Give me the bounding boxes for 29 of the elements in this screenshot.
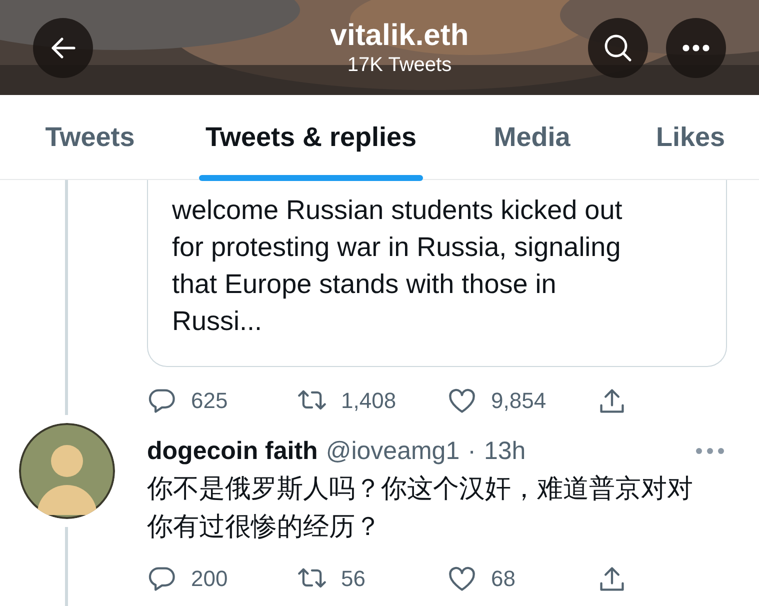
quoted-tweet-text: welcome Russian students kicked out for protesting war in Russia, signaling that Europe stands with those in Russi... [172, 194, 624, 338]
more-icon[interactable] [682, 44, 710, 52]
action-count: 68 [491, 566, 516, 592]
reply-icon[interactable] [147, 387, 177, 415]
back-arrow-icon[interactable] [50, 36, 76, 60]
profile-tab[interactable]: Likes [622, 95, 759, 179]
heart-icon[interactable] [447, 387, 477, 415]
action-count: 1,408 [341, 388, 396, 414]
share-icon[interactable] [597, 565, 627, 593]
action-count: 56 [341, 566, 366, 592]
profile-tab[interactable]: Media [442, 95, 622, 179]
profile-tab[interactable]: Tweets [0, 95, 180, 179]
quoted-tweet-card[interactable]: welcome Russian students kicked out for protesting war in Russia, signaling that Europe stands with those in Russi... [147, 180, 727, 367]
reply-icon[interactable] [147, 565, 177, 593]
tweet-time: 13h [484, 436, 526, 467]
tweet-text: 你不是俄罗斯人吗？你这个汉奸，难道普京对对你有过很惨的经历？ [147, 472, 694, 543]
separator-dot: · [468, 436, 476, 467]
action-count: 9,854 [491, 388, 546, 414]
heart-icon[interactable] [447, 565, 477, 593]
avatar-icon[interactable] [18, 423, 114, 519]
search-icon[interactable] [603, 32, 633, 62]
author-name[interactable]: dogecoin faith [147, 433, 318, 469]
author-handle[interactable]: @ioveamg1 [326, 433, 460, 469]
profile-tab[interactable]: Tweets & replies [180, 95, 442, 179]
action-count: 625 [191, 388, 228, 414]
tweet-count: 17K Tweets [347, 52, 452, 76]
action-count: 200 [191, 566, 228, 592]
share-icon[interactable] [597, 387, 627, 415]
profile-title: vitalik.eth [330, 18, 469, 52]
